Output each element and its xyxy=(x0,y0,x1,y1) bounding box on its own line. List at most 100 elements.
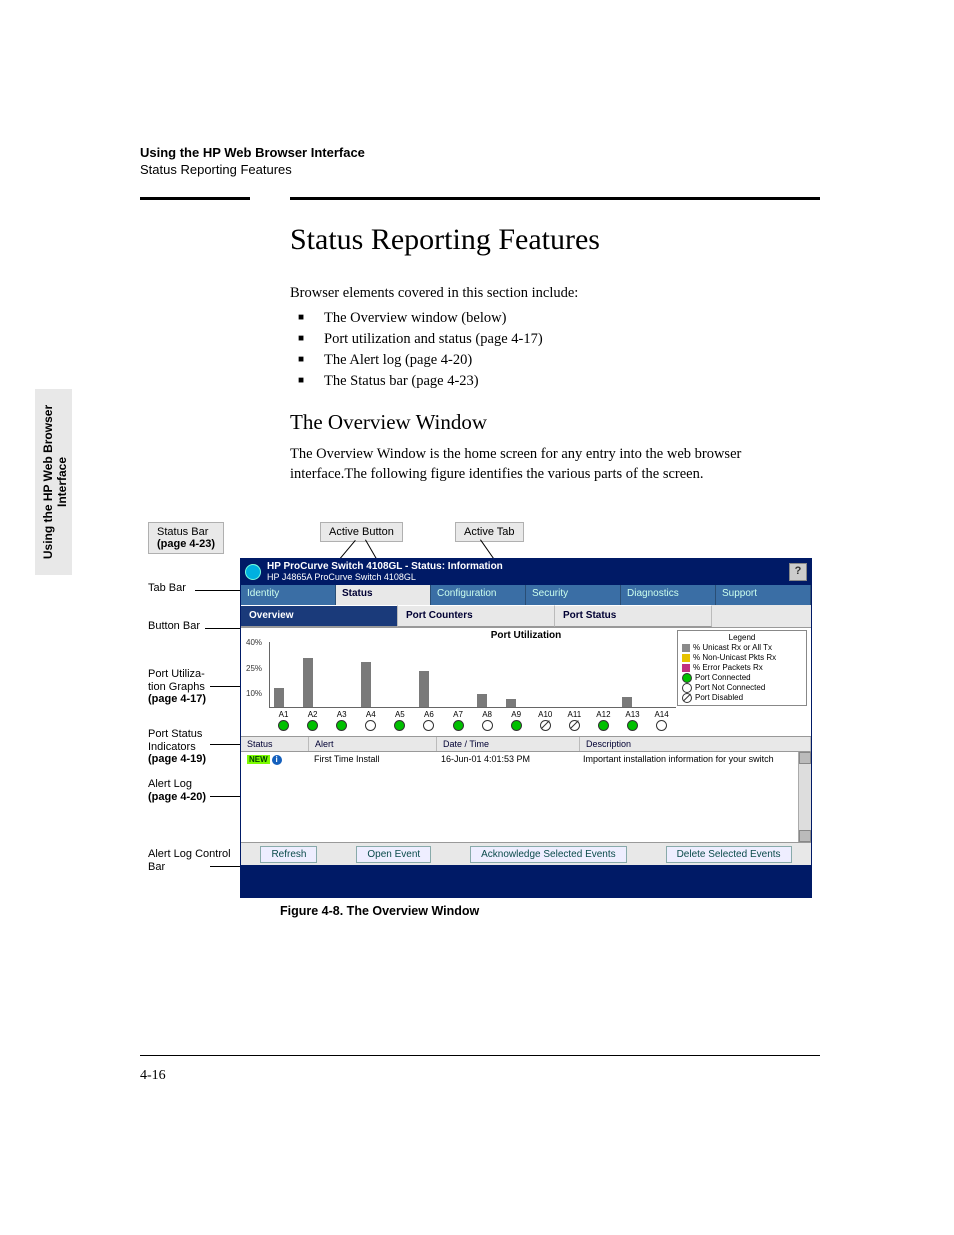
body-paragraph: The Overview Window is the home screen f… xyxy=(290,445,820,484)
port-label: A6 xyxy=(414,710,443,719)
callout-label: Alert Log xyxy=(148,778,238,791)
open-event-button[interactable]: Open Event xyxy=(356,846,431,863)
scroll-thumb-up[interactable] xyxy=(799,752,811,764)
port-label: A14 xyxy=(647,710,676,719)
alert-datetime: 16-Jun-01 4:01:53 PM xyxy=(435,754,577,764)
port-column: A2 xyxy=(298,710,327,734)
callout-label: Port Utiliza- tion Graphs xyxy=(148,668,238,693)
port-column: A12 xyxy=(589,710,618,734)
port-status-button[interactable]: Port Status xyxy=(555,605,712,627)
acknowledge-button[interactable]: Acknowledge Selected Events xyxy=(470,846,627,863)
rule-long xyxy=(290,197,820,200)
y-tick: 25% xyxy=(246,664,262,673)
info-icon: i xyxy=(272,755,282,765)
port-status-indicator xyxy=(278,720,289,731)
figure-caption: Figure 4-8. The Overview Window xyxy=(280,904,479,918)
port-status-indicator xyxy=(482,720,493,731)
running-head-regular: Status Reporting Features xyxy=(140,162,820,177)
tab-configuration[interactable]: Configuration xyxy=(431,585,526,605)
callout-active-tab: Active Tab xyxy=(455,522,524,542)
tab-security[interactable]: Security xyxy=(526,585,621,605)
callout-label: Button Bar xyxy=(148,620,238,633)
col-description: Description xyxy=(580,737,811,751)
port-status-indicator xyxy=(656,720,667,731)
bullet-item: The Alert log (page 4-20) xyxy=(290,352,820,369)
port-status-indicator xyxy=(365,720,376,731)
port-column: A10 xyxy=(531,710,560,734)
legend-swatch-connected xyxy=(682,673,692,683)
bar xyxy=(361,662,371,708)
y-tick: 10% xyxy=(246,689,262,698)
bullet-list: The Overview window (below) Port utiliza… xyxy=(290,310,820,390)
port-label: A13 xyxy=(618,710,647,719)
side-tab-line: Interface xyxy=(55,397,69,567)
col-datetime: Date / Time xyxy=(437,737,580,751)
help-icon[interactable]: ? xyxy=(789,563,807,581)
tab-support[interactable]: Support xyxy=(716,585,811,605)
callout-alert-log: Alert Log(page 4-20) xyxy=(148,778,238,803)
side-thumb-tab: Using the HP Web Browser Interface xyxy=(35,389,72,575)
port-label: A10 xyxy=(531,710,560,719)
callout-label: Status Bar xyxy=(157,526,208,538)
port-column: A1 xyxy=(269,710,298,734)
callout-active-button: Active Button xyxy=(320,522,403,542)
port-label: A9 xyxy=(502,710,531,719)
legend-label: Port Not Connected xyxy=(695,683,765,693)
port-status-indicator xyxy=(598,720,609,731)
port-status-indicator xyxy=(511,720,522,731)
legend-swatch-not-connected xyxy=(682,683,692,693)
port-label: A11 xyxy=(560,710,589,719)
port-status-indicator xyxy=(307,720,318,731)
callout-label: Alert Log Control Bar xyxy=(148,848,238,873)
callout-page: (page 4-19) xyxy=(148,753,238,766)
bar xyxy=(622,697,632,707)
page-number: 4-16 xyxy=(140,1068,166,1084)
port-label: A8 xyxy=(473,710,502,719)
intro-text: Browser elements covered in this section… xyxy=(290,285,820,302)
port-status-indicator xyxy=(423,720,434,731)
tab-status[interactable]: Status xyxy=(336,585,431,605)
callout-alert-ctl: Alert Log Control Bar xyxy=(148,848,238,873)
callout-label: Tab Bar xyxy=(148,582,238,595)
bottom-rule xyxy=(140,1055,820,1056)
window-title: HP ProCurve Switch 4108GL - Status: Info… xyxy=(267,562,503,573)
port-label: A3 xyxy=(327,710,356,719)
alert-log-body: NEWi First Time Install 16-Jun-01 4:01:5… xyxy=(241,752,811,842)
port-status-indicator xyxy=(336,720,347,731)
running-head-bold: Using the HP Web Browser Interface xyxy=(140,145,820,160)
globe-icon xyxy=(245,564,261,580)
legend-swatch-nonunicast xyxy=(682,654,690,662)
delete-events-button[interactable]: Delete Selected Events xyxy=(666,846,792,863)
port-label: A4 xyxy=(356,710,385,719)
tab-identity[interactable]: Identity xyxy=(241,585,336,605)
col-alert: Alert xyxy=(309,737,437,751)
callout-port-status: Port Status Indicators(page 4-19) xyxy=(148,728,238,766)
port-status-indicator xyxy=(627,720,638,731)
bullet-item: The Status bar (page 4-23) xyxy=(290,373,820,390)
bullet-item: The Overview window (below) xyxy=(290,310,820,327)
scrollbar[interactable] xyxy=(798,752,811,842)
bar xyxy=(506,699,516,707)
tab-bar: Identity Status Configuration Security D… xyxy=(241,585,811,605)
button-bar: Overview Port Counters Port Status xyxy=(241,605,811,627)
port-label: A12 xyxy=(589,710,618,719)
port-utilization-chart: Port Utilization Legend % Unicast Rx or … xyxy=(241,627,811,736)
overview-button[interactable]: Overview xyxy=(241,605,398,627)
port-status-indicator xyxy=(394,720,405,731)
subheading: The Overview Window xyxy=(290,410,820,435)
tab-diagnostics[interactable]: Diagnostics xyxy=(621,585,716,605)
bar xyxy=(477,694,487,707)
bar xyxy=(274,688,284,708)
side-tab-line: Using the HP Web Browser xyxy=(41,397,55,567)
refresh-button[interactable]: Refresh xyxy=(260,846,317,863)
window-subtitle: HP J4865A ProCurve Switch 4108GL xyxy=(267,573,503,582)
legend-title: Legend xyxy=(682,633,802,643)
legend-label: Port Disabled xyxy=(695,693,743,703)
port-counters-button[interactable]: Port Counters xyxy=(398,605,555,627)
alert-row[interactable]: NEWi First Time Install 16-Jun-01 4:01:5… xyxy=(241,752,811,766)
legend-swatch-disabled xyxy=(682,693,692,703)
scroll-thumb-down[interactable] xyxy=(799,830,811,842)
port-status-indicator xyxy=(569,720,580,731)
port-column: A8 xyxy=(473,710,502,734)
callout-label: Port Status Indicators xyxy=(148,728,238,753)
